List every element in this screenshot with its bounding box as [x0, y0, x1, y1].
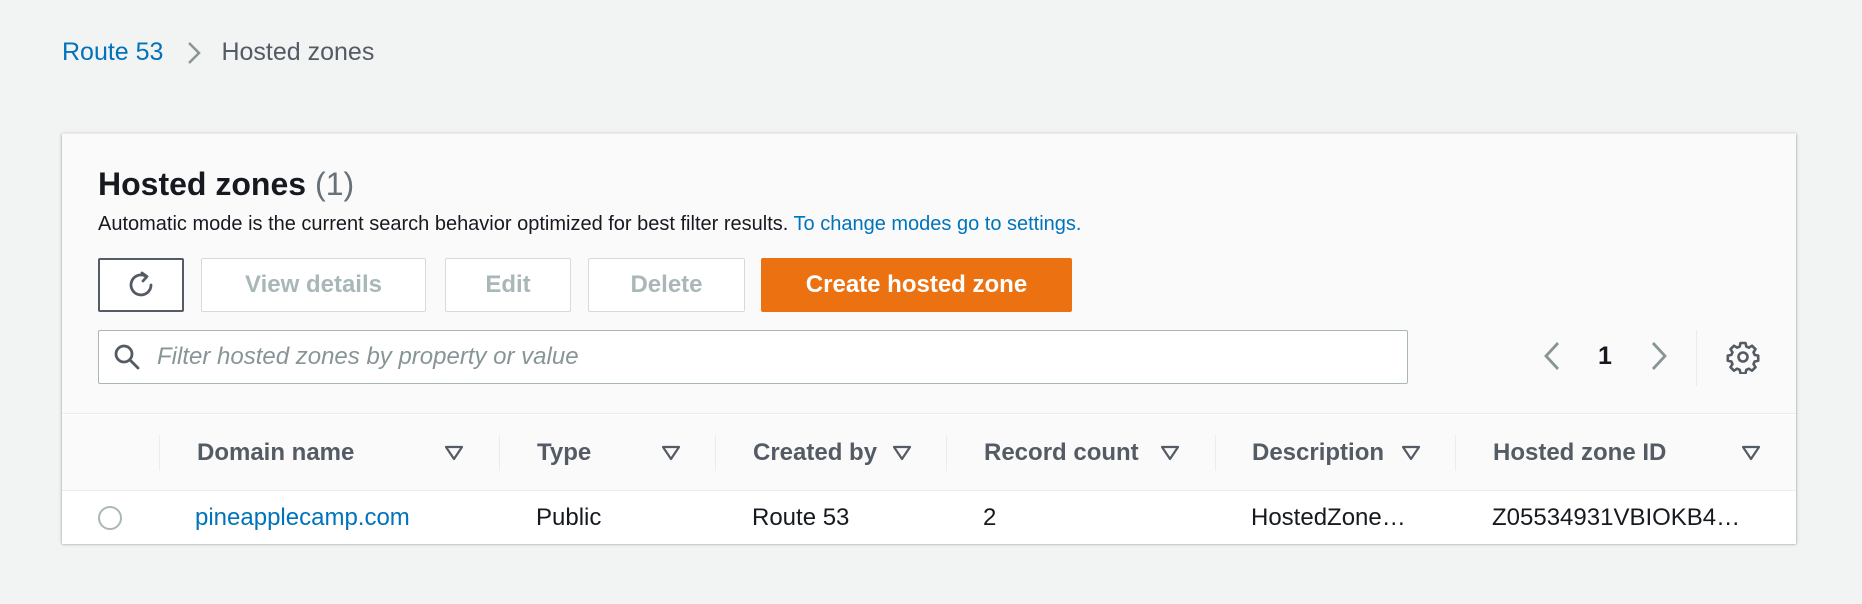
chevron-right-icon	[1648, 339, 1670, 373]
settings-link[interactable]: To change modes go to settings.	[794, 213, 1082, 235]
gear-icon	[1726, 340, 1760, 374]
pagination-current-page[interactable]: 1	[1598, 342, 1612, 371]
column-header-label: Created by	[753, 439, 878, 466]
column-header-label: Record count	[984, 439, 1139, 466]
column-separator	[946, 435, 947, 471]
view-details-button[interactable]: View details	[201, 258, 426, 312]
chevron-right-icon	[187, 41, 202, 65]
column-separator	[1455, 435, 1456, 471]
create-hosted-zone-button[interactable]: Create hosted zone	[761, 258, 1072, 312]
cell-created-by: Route 53	[752, 504, 850, 531]
column-separator	[159, 435, 160, 471]
breadcrumb: Route 53 Hosted zones	[62, 38, 374, 67]
sort-down-icon[interactable]	[661, 445, 681, 466]
column-header-created-by[interactable]: Created by	[753, 415, 877, 491]
domain-name-link[interactable]: pineapplecamp.com	[195, 492, 410, 544]
edit-button[interactable]: Edit	[445, 258, 571, 312]
column-header-label: Domain name	[197, 439, 355, 466]
cell-hosted-zone-id: Z05534931VBIOKB4…	[1492, 504, 1741, 531]
chevron-left-icon	[1541, 339, 1563, 373]
refresh-button[interactable]	[98, 258, 184, 312]
sort-down-icon[interactable]	[1160, 445, 1180, 466]
preferences-button[interactable]	[1726, 340, 1760, 374]
refresh-icon	[126, 270, 156, 300]
delete-button[interactable]: Delete	[588, 258, 745, 312]
pagination-prev-button[interactable]	[1541, 339, 1563, 373]
filter-input[interactable]	[157, 343, 1357, 371]
search-mode-description: Automatic mode is the current search beh…	[98, 213, 1081, 236]
title-text: Hosted zones	[98, 166, 307, 202]
search-icon	[113, 343, 141, 371]
breadcrumb-route53-link[interactable]: Route 53	[62, 38, 163, 67]
breadcrumb-current: Hosted zones	[221, 38, 375, 66]
column-header-type[interactable]: Type	[537, 415, 591, 491]
column-header-domain-name[interactable]: Domain name	[197, 415, 354, 491]
column-separator	[499, 435, 500, 471]
page-title: Hosted zones (1)	[98, 166, 354, 203]
pagination-divider	[1696, 330, 1697, 386]
pagination-next-button[interactable]	[1648, 339, 1670, 373]
column-header-label: Description	[1252, 439, 1385, 466]
column-header-label: Hosted zone ID	[1493, 439, 1667, 466]
sort-down-icon[interactable]	[1741, 445, 1761, 466]
column-separator	[715, 435, 716, 471]
cell-type: Public	[536, 504, 602, 531]
sort-down-icon[interactable]	[1401, 445, 1421, 466]
column-header-label: Type	[537, 439, 592, 466]
title-count: (1)	[315, 166, 355, 202]
sort-down-icon[interactable]	[444, 445, 464, 466]
search-mode-text: Automatic mode is the current search beh…	[98, 213, 789, 235]
cell-record-count: 2	[983, 504, 997, 531]
sort-down-icon[interactable]	[892, 445, 912, 466]
column-separator	[1215, 435, 1216, 471]
column-header-record-count[interactable]: Record count	[984, 415, 1139, 491]
filter-search-box[interactable]	[98, 330, 1408, 384]
table-header: Domain name Type Created by Record count…	[62, 415, 1796, 491]
hosted-zones-panel: Hosted zones (1) Automatic mode is the c…	[62, 133, 1796, 544]
column-header-description[interactable]: Description	[1252, 415, 1384, 491]
column-header-hosted-zone-id[interactable]: Hosted zone ID	[1493, 415, 1666, 491]
panel-header: Hosted zones (1) Automatic mode is the c…	[62, 134, 1796, 414]
table-row[interactable]: pineapplecamp.com Public Route 53 2 Host…	[62, 492, 1796, 544]
row-select-radio[interactable]	[98, 506, 122, 530]
cell-description: HostedZone…	[1251, 504, 1406, 531]
